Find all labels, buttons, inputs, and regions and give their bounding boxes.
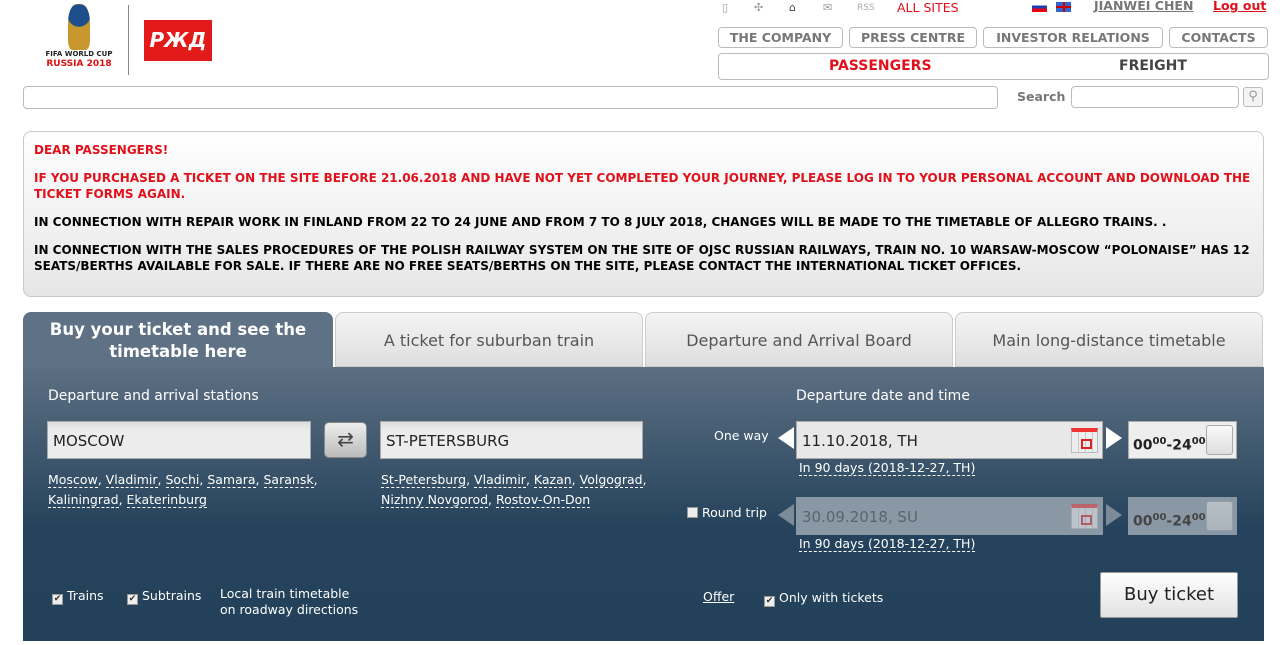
station-link[interactable]: Kaliningrad bbox=[48, 492, 119, 508]
local-timetable-link[interactable]: Local train timetable on roadway directio… bbox=[220, 586, 358, 618]
search-input[interactable] bbox=[1071, 86, 1239, 108]
user-link[interactable]: JIANWEI CHEN bbox=[1094, 0, 1193, 13]
breadcrumb-bar bbox=[23, 86, 998, 109]
nav-the-company[interactable]: THE COMPANY bbox=[718, 27, 843, 48]
one-way-hint-link[interactable]: In 90 days (2018-12-27, TH) bbox=[799, 460, 976, 476]
one-way-date-input[interactable]: 11.10.2018, TH bbox=[796, 421, 1103, 459]
from-popular-stations: Moscow, Vladimir, Sochi, Samara, Saransk… bbox=[48, 472, 318, 508]
calendar-icon bbox=[1071, 504, 1098, 529]
ticket-search-panel: Departure and arrival stations MOSCOW ⇄ … bbox=[23, 367, 1264, 641]
round-trip-checkbox[interactable]: Round trip bbox=[687, 505, 767, 520]
stations-label: Departure and arrival stations bbox=[48, 388, 259, 404]
subtrains-label: Subtrains bbox=[142, 588, 202, 603]
date-value: 30.09.2018, SU bbox=[802, 508, 918, 526]
round-trip-hint-link[interactable]: In 90 days (2018-12-27, TH) bbox=[799, 536, 976, 552]
to-station-input[interactable]: ST-PETERSBURG bbox=[380, 421, 643, 459]
tab-timetable[interactable]: Main long-distance timetable bbox=[955, 312, 1263, 367]
notice-paragraph: IF YOU PURCHASED A TICKET ON THE SITE BE… bbox=[34, 171, 1251, 201]
tab-suburban[interactable]: A ticket for suburban train bbox=[335, 312, 643, 367]
rzd-logo[interactable]: РЖД bbox=[144, 20, 212, 61]
sitemap-icon[interactable]: ✣ bbox=[754, 1, 763, 14]
checkbox-checked-icon: ✔ bbox=[127, 594, 138, 605]
trains-checkbox[interactable]: ✔ Trains bbox=[52, 588, 104, 605]
offer-link[interactable]: Offer bbox=[703, 589, 734, 604]
time-from-min: 00 bbox=[1152, 512, 1167, 523]
logout-link[interactable]: Log out bbox=[1213, 0, 1266, 13]
flag-ru-icon[interactable] bbox=[1032, 2, 1047, 12]
section-switch: PASSENGERS FREIGHT bbox=[718, 53, 1269, 80]
notice-box: DEAR PASSENGERS! IF YOU PURCHASED A TICK… bbox=[23, 131, 1264, 297]
date-label: Departure date and time bbox=[796, 388, 970, 404]
time-from: 00 bbox=[1133, 437, 1153, 454]
station-link[interactable]: Vladimir bbox=[105, 472, 158, 488]
one-way-time-range[interactable]: 0000-2400 bbox=[1128, 421, 1237, 459]
local-line2: on roadway directions bbox=[220, 602, 359, 617]
time-to-min: 00 bbox=[1191, 436, 1206, 447]
local-line1: Local train timetable bbox=[220, 586, 350, 601]
time-to: -24 bbox=[1166, 513, 1192, 530]
prev-date-arrow[interactable] bbox=[778, 427, 794, 449]
to-popular-stations: St-Petersburg, Vladimir, Kazan, Volgogra… bbox=[381, 472, 647, 508]
station-link[interactable]: Ekaterinburg bbox=[126, 492, 207, 508]
station-link[interactable]: Vladimir bbox=[474, 472, 526, 488]
mail-icon[interactable]: ✉ bbox=[823, 1, 832, 14]
date-value: 11.10.2018, TH bbox=[802, 432, 918, 450]
buy-ticket-button[interactable]: Buy ticket bbox=[1100, 572, 1238, 618]
tab-board[interactable]: Departure and Arrival Board bbox=[645, 312, 953, 367]
nav-press-centre[interactable]: PRESS CENTRE bbox=[849, 27, 977, 48]
calendar-icon[interactable] bbox=[1071, 428, 1098, 453]
swap-arrows-icon: ⇄ bbox=[337, 427, 354, 451]
checkbox-unchecked-icon bbox=[687, 507, 698, 518]
next-date-arrow[interactable] bbox=[1106, 427, 1122, 449]
mobile-icon[interactable]: ▯ bbox=[722, 1, 728, 14]
nav-investor-relations[interactable]: INVESTOR RELATIONS bbox=[983, 27, 1163, 48]
subtrains-checkbox[interactable]: ✔ Subtrains bbox=[127, 588, 201, 605]
trains-label: Trains bbox=[67, 588, 104, 603]
tab-buy-ticket[interactable]: Buy your ticket and see the timetable he… bbox=[23, 312, 333, 367]
station-link[interactable]: Samara bbox=[207, 472, 256, 488]
station-link[interactable]: Nizhny Novgorod bbox=[381, 492, 489, 508]
station-link[interactable]: Rostov-On-Don bbox=[495, 492, 591, 508]
time-from: 00 bbox=[1133, 513, 1153, 530]
nav-contacts[interactable]: CONTACTS bbox=[1169, 27, 1268, 48]
search-button[interactable]: ⚲ bbox=[1243, 87, 1263, 107]
fifa-logo[interactable]: FIFA WORLD CUP RUSSIA 2018 bbox=[40, 4, 118, 76]
rss-link[interactable]: RSS bbox=[857, 3, 875, 13]
notice-title: DEAR PASSENGERS! bbox=[34, 143, 169, 157]
time-to: -24 bbox=[1166, 437, 1192, 454]
swap-stations-button[interactable]: ⇄ bbox=[324, 422, 367, 458]
flag-uk-icon[interactable] bbox=[1056, 2, 1071, 12]
station-link[interactable]: Moscow bbox=[48, 472, 98, 488]
clock-icon[interactable] bbox=[1206, 425, 1233, 455]
round-trip-date-input: 30.09.2018, SU bbox=[796, 497, 1103, 535]
time-from-min: 00 bbox=[1152, 436, 1167, 447]
magnifier-icon: ⚲ bbox=[1248, 89, 1258, 104]
passengers-link[interactable]: PASSENGERS bbox=[829, 54, 932, 79]
tab-label: Buy your ticket and see the timetable he… bbox=[49, 320, 307, 361]
time-to-min: 00 bbox=[1191, 512, 1206, 523]
station-link[interactable]: Sochi bbox=[165, 472, 200, 488]
station-link[interactable]: Saransk bbox=[263, 472, 314, 488]
one-way-label: One way bbox=[714, 428, 769, 443]
logo-divider bbox=[128, 5, 129, 75]
station-link[interactable]: Kazan bbox=[533, 472, 572, 488]
only-with-tickets-checkbox[interactable]: ✔ Only with tickets bbox=[764, 590, 883, 607]
round-trip-time-range: 0000-2400 bbox=[1128, 497, 1237, 535]
checkbox-checked-icon: ✔ bbox=[52, 594, 63, 605]
next-date-arrow-disabled bbox=[1106, 504, 1122, 526]
station-link[interactable]: Volgograd bbox=[579, 472, 643, 488]
search-label: Search bbox=[1017, 89, 1066, 104]
prev-date-arrow-disabled bbox=[778, 504, 794, 526]
from-station-input[interactable]: MOSCOW bbox=[47, 421, 311, 459]
station-link[interactable]: St-Petersburg bbox=[381, 472, 467, 488]
all-sites-link[interactable]: ALL SITES bbox=[897, 0, 959, 15]
notice-paragraph: IN CONNECTION WITH REPAIR WORK IN FINLAN… bbox=[34, 215, 1167, 229]
notice-paragraph: IN CONNECTION WITH THE SALES PROCEDURES … bbox=[34, 243, 1250, 273]
clock-icon bbox=[1206, 501, 1233, 531]
home-icon[interactable]: ⌂ bbox=[789, 1, 796, 14]
freight-link[interactable]: FREIGHT bbox=[1119, 54, 1187, 79]
only-tickets-label: Only with tickets bbox=[779, 590, 884, 605]
checkbox-checked-icon: ✔ bbox=[764, 596, 775, 607]
round-trip-label: Round trip bbox=[702, 505, 767, 520]
